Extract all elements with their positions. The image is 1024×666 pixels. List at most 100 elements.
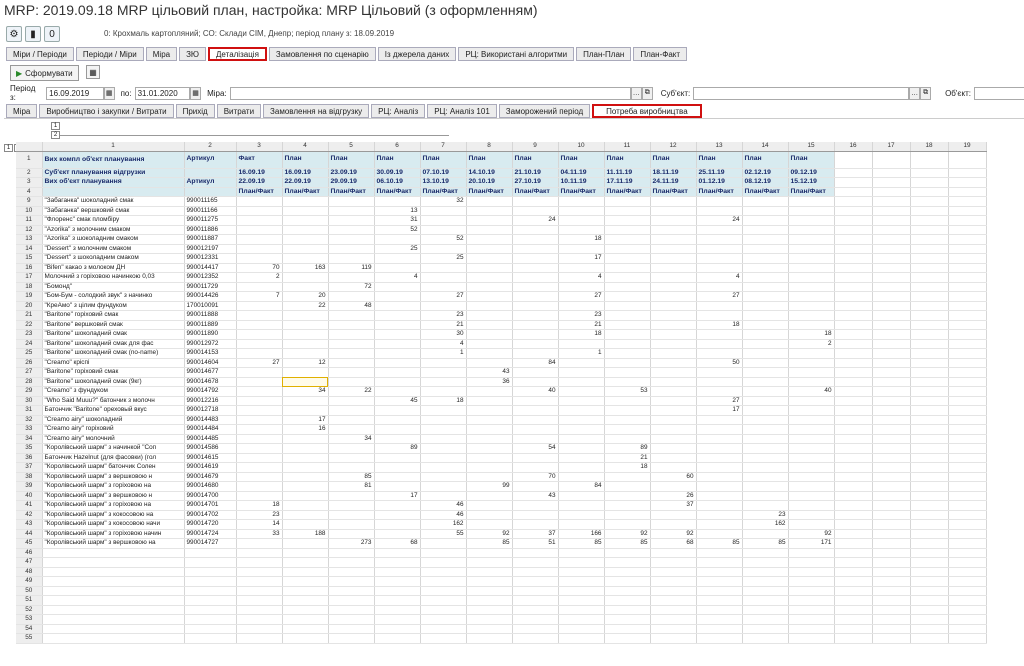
empty-cell[interactable]: [558, 633, 605, 644]
column-header[interactable]: 13: [696, 142, 743, 152]
empty-cell[interactable]: [834, 462, 873, 473]
empty-cell[interactable]: [466, 557, 513, 568]
value-cell[interactable]: [328, 320, 375, 330]
value-cell[interactable]: [650, 196, 697, 207]
article-cell[interactable]: 990012216: [184, 396, 237, 406]
value-cell[interactable]: [650, 215, 697, 226]
value-cell[interactable]: [466, 234, 513, 245]
value-cell[interactable]: 18: [604, 462, 651, 473]
article-cell[interactable]: 990014792: [184, 386, 237, 397]
value-cell[interactable]: [236, 339, 283, 349]
header-cell[interactable]: План: [696, 151, 743, 169]
value-cell[interactable]: [604, 415, 651, 425]
value-cell[interactable]: [420, 377, 467, 387]
empty-cell[interactable]: [948, 548, 987, 558]
subject-input[interactable]: [693, 86, 910, 100]
empty-cell[interactable]: [834, 301, 873, 311]
header-cell[interactable]: Вих об'єкт планування: [42, 177, 185, 188]
empty-cell[interactable]: [872, 215, 911, 226]
empty-cell[interactable]: [910, 453, 949, 463]
empty-cell[interactable]: [42, 614, 185, 625]
value-cell[interactable]: [328, 310, 375, 321]
empty-cell[interactable]: [696, 576, 743, 587]
product-name-cell[interactable]: "Забаганка" вершковий смак: [42, 206, 185, 216]
empty-cell[interactable]: [834, 320, 873, 330]
empty-cell[interactable]: [374, 614, 421, 625]
value-cell[interactable]: 21: [420, 320, 467, 330]
empty-cell[interactable]: [328, 567, 375, 577]
value-cell[interactable]: [788, 196, 835, 207]
header-cell[interactable]: Факт: [236, 151, 283, 169]
value-cell[interactable]: [466, 424, 513, 435]
value-cell[interactable]: [696, 472, 743, 482]
empty-cell[interactable]: [834, 329, 873, 340]
value-cell[interactable]: [466, 244, 513, 254]
value-cell[interactable]: [374, 320, 421, 330]
empty-cell[interactable]: [42, 548, 185, 558]
value-cell[interactable]: [650, 510, 697, 520]
empty-cell[interactable]: [948, 519, 987, 530]
tab-2[interactable]: Періоди / Міри: [75, 47, 144, 61]
value-cell[interactable]: 18: [558, 234, 605, 245]
value-cell[interactable]: [696, 367, 743, 378]
value-cell[interactable]: 53: [604, 386, 651, 397]
value-cell[interactable]: 20: [282, 291, 329, 302]
product-name-cell[interactable]: "Королівський шарм" з горіховою на: [42, 500, 185, 511]
value-cell[interactable]: [742, 320, 789, 330]
empty-cell[interactable]: [420, 614, 467, 625]
value-cell[interactable]: [374, 415, 421, 425]
empty-cell[interactable]: [910, 586, 949, 596]
empty-cell[interactable]: [420, 595, 467, 606]
empty-cell[interactable]: [466, 624, 513, 634]
value-cell[interactable]: 188: [282, 529, 329, 539]
empty-cell[interactable]: [788, 633, 835, 644]
tab-3[interactable]: Міра: [145, 47, 178, 61]
empty-cell[interactable]: [834, 253, 873, 264]
row-number[interactable]: 54: [16, 624, 43, 634]
empty-cell[interactable]: [328, 633, 375, 644]
empty-cell[interactable]: [910, 624, 949, 634]
empty-cell[interactable]: [948, 510, 987, 520]
value-cell[interactable]: 24: [512, 215, 559, 226]
header-cell[interactable]: [184, 187, 237, 197]
empty-cell[interactable]: [834, 624, 873, 634]
empty-cell[interactable]: [910, 177, 949, 188]
row-number[interactable]: 40: [16, 491, 43, 501]
chart-icon[interactable]: ▮: [25, 26, 41, 42]
empty-cell[interactable]: [910, 263, 949, 273]
empty-cell[interactable]: [872, 529, 911, 539]
value-cell[interactable]: [420, 405, 467, 416]
value-cell[interactable]: [696, 434, 743, 444]
value-cell[interactable]: [788, 225, 835, 235]
empty-cell[interactable]: [696, 595, 743, 606]
value-cell[interactable]: 27: [696, 396, 743, 406]
value-cell[interactable]: [742, 358, 789, 368]
article-cell[interactable]: 990012352: [184, 272, 237, 283]
value-cell[interactable]: [420, 462, 467, 473]
value-cell[interactable]: [282, 405, 329, 416]
value-cell[interactable]: [512, 405, 559, 416]
product-name-cell[interactable]: "Creamo airy" горіховий: [42, 424, 185, 435]
empty-cell[interactable]: [834, 510, 873, 520]
empty-cell[interactable]: [872, 310, 911, 321]
empty-cell[interactable]: [948, 301, 987, 311]
tab-6[interactable]: Замовлення по сценарію: [268, 47, 376, 61]
value-cell[interactable]: [282, 538, 329, 549]
empty-cell[interactable]: [872, 510, 911, 520]
value-cell[interactable]: 30: [420, 329, 467, 340]
value-cell[interactable]: [282, 434, 329, 444]
value-cell[interactable]: 4: [420, 339, 467, 349]
value-cell[interactable]: 85: [558, 538, 605, 549]
value-cell[interactable]: [374, 519, 421, 530]
value-cell[interactable]: [604, 234, 651, 245]
value-cell[interactable]: [604, 339, 651, 349]
article-cell[interactable]: 990014720: [184, 519, 237, 530]
product-name-cell[interactable]: "Baritone" горіховий смак: [42, 367, 185, 378]
empty-cell[interactable]: [948, 377, 987, 387]
value-cell[interactable]: [650, 301, 697, 311]
value-cell[interactable]: [604, 329, 651, 340]
value-cell[interactable]: [742, 500, 789, 511]
empty-cell[interactable]: [910, 282, 949, 292]
empty-cell[interactable]: [184, 567, 237, 577]
column-header[interactable]: 8: [466, 142, 513, 152]
